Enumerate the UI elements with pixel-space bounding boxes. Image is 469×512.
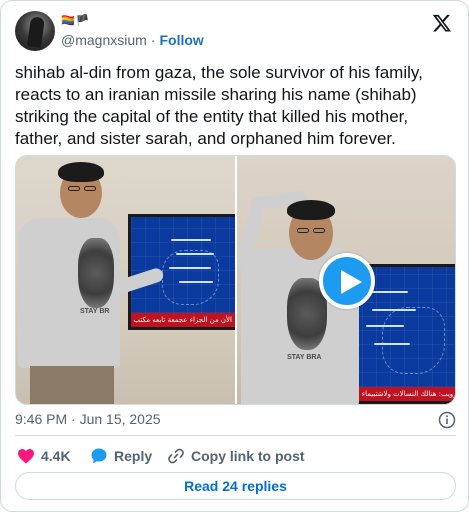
info-icon[interactable] [438,411,456,429]
avatar[interactable] [15,11,55,51]
divider-line [15,435,456,436]
post-timestamp[interactable]: 9:46 PM · Jun 15, 2025 [15,411,161,427]
x-logo-icon[interactable] [432,13,452,33]
post-actions: 4.4K Reply Copy link to post [15,446,456,466]
shirt-text-right: STAY BRA [287,354,322,361]
separator-dot: · [150,32,156,48]
author-handle[interactable]: @magnxsium [61,32,147,48]
post-meta: 9:46 PM · Jun 15, 2025 [15,411,456,429]
video-frame-left: الأن من الجزاء عجمعة تابعه مكتب الأنظار … [16,156,235,404]
reply-button[interactable]: Reply [90,446,152,466]
reply-bubble-icon [91,448,107,464]
follow-link[interactable]: Follow [159,32,203,48]
like-count: 4.4K [41,448,71,464]
post-header: 🏳️‍🌈🏴 @magnxsium · Follow [15,11,454,55]
play-button[interactable] [319,253,375,309]
display-name-emojis: 🏳️‍🌈🏴 [61,14,91,27]
shirt-text: STAY BR [80,308,110,315]
play-icon [341,270,362,294]
news-ticker-right: ترويب: هنالك النسالات ولاشتبيماء عجمعة ف… [348,387,455,401]
copy-link-button[interactable]: Copy link to post [167,446,305,466]
copy-link-label: Copy link to post [191,448,305,464]
like-button[interactable]: 4.4K [17,446,71,466]
post-text: shihab al-din from gaza, the sole surviv… [15,63,423,148]
reply-label: Reply [114,448,153,464]
heart-icon [18,449,34,464]
media-video[interactable]: الأن من الجزاء عجمعة تابعه مكتب الأنظار … [15,155,456,405]
author-handle-row: @magnxsium · Follow [61,32,204,48]
news-ticker: الأن من الجزاء عجمعة تابعه مكتب الأنظار … [131,313,235,327]
embedded-post-card: 🏳️‍🌈🏴 @magnxsium · Follow shihab al-din fr… [0,0,469,512]
read-replies-button[interactable]: Read 24 replies [15,472,456,500]
link-icon [168,448,184,464]
